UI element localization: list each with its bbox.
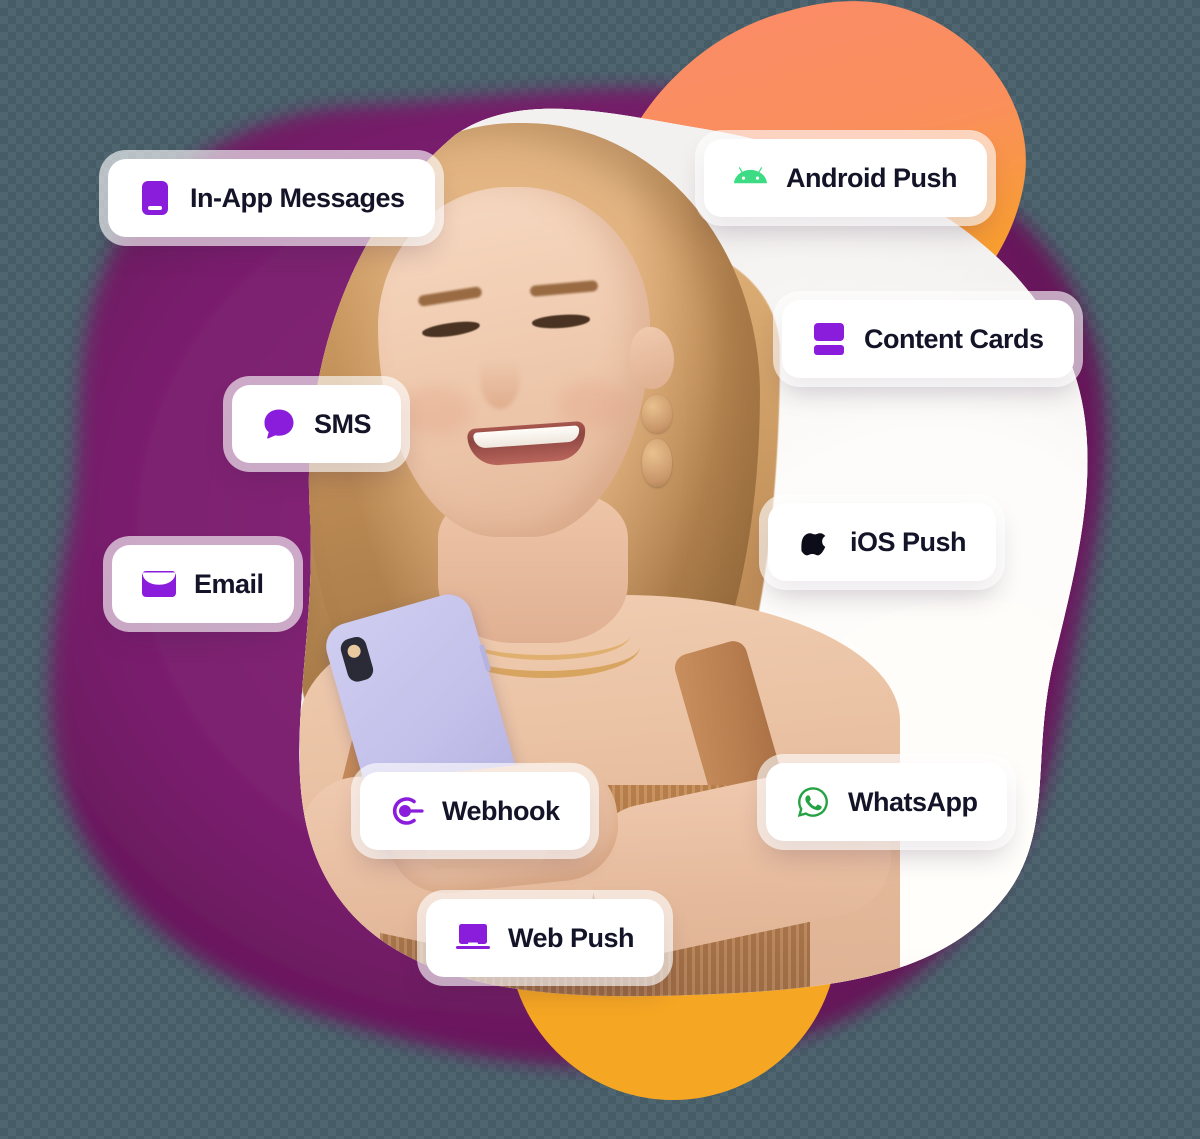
badge-android-push[interactable]: Android Push (704, 139, 987, 217)
badge-sms[interactable]: SMS (232, 385, 402, 463)
mobile-phone-icon (138, 181, 172, 215)
webhook-icon (390, 794, 424, 828)
badge-in-app-messages[interactable]: In-App Messages (108, 159, 435, 237)
badge-web-push[interactable]: Web Push (426, 899, 665, 977)
envelope-icon (142, 567, 176, 601)
badge-label: In-App Messages (190, 182, 405, 213)
badge-label: Android Push (786, 162, 958, 193)
android-robot-icon (734, 161, 768, 195)
hero-graphic: In-App Messages Android Push Content Car… (0, 0, 1200, 1139)
badge-whatsapp[interactable]: WhatsApp (766, 763, 1008, 841)
badge-ios-push[interactable]: iOS Push (768, 503, 997, 581)
badge-label: Web Push (508, 922, 635, 953)
badge-label: Content Cards (864, 323, 1044, 354)
badge-label: iOS Push (850, 526, 967, 557)
badge-label: Email (194, 568, 264, 599)
stacked-cards-icon (812, 322, 846, 356)
badge-email[interactable]: Email (112, 545, 294, 623)
whatsapp-logo-icon (796, 785, 830, 819)
badge-label: Webhook (442, 795, 560, 826)
badge-label: WhatsApp (848, 786, 978, 817)
apple-logo-icon (798, 525, 832, 559)
laptop-icon (456, 921, 490, 955)
badge-label: SMS (314, 408, 372, 439)
speech-bubble-icon (262, 407, 296, 441)
badge-webhook[interactable]: Webhook (360, 772, 590, 850)
badge-content-cards[interactable]: Content Cards (782, 300, 1074, 378)
